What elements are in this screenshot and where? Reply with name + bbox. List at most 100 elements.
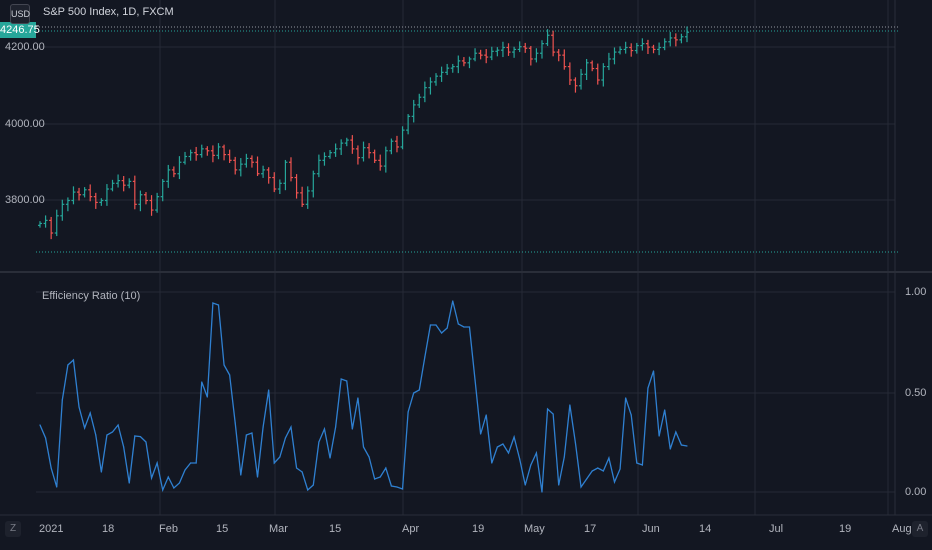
er-point [507,452,510,454]
ohlc-bar [551,30,556,57]
chart-title: S&P 500 Index, 1D, FXCM [43,6,174,18]
ohlc-bar [484,49,489,64]
er-point [195,462,197,464]
er-point [563,456,565,458]
ohlc-bar [328,150,333,159]
er-point [602,470,604,472]
er-point [580,486,582,488]
er-point [385,467,387,469]
ohlc-bar [227,149,232,164]
ohlc-bar [595,63,600,85]
er-point [491,462,493,464]
er-point [664,409,666,411]
er-point [630,414,632,416]
er-point [145,441,147,443]
er-point [591,470,593,472]
chart-canvas[interactable] [0,0,932,550]
ohlc-bar [512,46,517,58]
ohlc-bar [489,46,494,61]
ohlc-bar [606,52,611,71]
er-point [201,381,203,383]
er-point [95,434,97,436]
er-point [669,448,671,450]
ohlc-bar [539,40,544,59]
ohlc-bar [400,126,405,150]
ohlc-bar [116,174,121,188]
er-point [480,433,482,435]
er-point [362,446,365,448]
ohlc-bar [534,48,539,63]
er-point [524,484,526,486]
ohlc-bar [640,38,645,51]
ohlc-bar [272,172,277,193]
er-point [139,436,141,438]
ohlc-bar [344,137,349,147]
ohlc-bar [339,139,344,155]
er-point [457,323,459,325]
ohlc-bar [579,68,584,90]
ohlc-bar [155,192,160,213]
ohlc-bar [367,143,372,159]
er-point [240,474,242,476]
time-axis-label: 15 [329,523,342,535]
ohlc-bar [573,77,578,93]
ohlc-bar [216,143,221,160]
ohlc-bar [528,45,533,66]
ohlc-bar [127,178,132,189]
ohlc-bar [138,190,143,212]
ohlc-bar [199,144,204,158]
ohlc-bar [372,149,377,164]
er-point [535,452,538,454]
auto-scale-button[interactable]: A [912,521,928,537]
er-point [173,487,175,489]
time-axis-label: 15 [216,523,229,535]
ohlc-bar [506,43,511,56]
er-point [89,412,91,414]
time-axis-label: 17 [584,523,597,535]
ohlc-bar [160,179,165,202]
er-point [401,488,404,490]
indicator-title[interactable]: Efficiency Ratio (10) [42,290,140,302]
currency-button[interactable]: USD [10,4,30,24]
ohlc-bar [43,215,48,228]
ohlc-bar [612,47,617,65]
er-point [150,477,153,479]
ohlc-bar [439,66,444,82]
ohlc-bar [54,209,59,237]
er-point [357,397,359,399]
er-point [206,396,208,398]
er-point [446,327,448,329]
ohlc-bar [523,42,528,53]
er-point [680,444,683,446]
price-axis-label: 4200.00 [5,41,45,53]
ohlc-bar [77,187,82,201]
er-point [641,464,643,466]
er-point [268,389,270,391]
er-point [50,467,52,469]
timezone-button[interactable]: Z [5,521,21,537]
er-point [301,471,303,473]
ohlc-bar [383,146,388,173]
er-point [134,435,136,437]
time-axis-label: May [524,523,545,535]
time-axis-label: Apr [402,523,420,535]
ohlc-bar [461,57,466,67]
er-point [519,458,521,460]
ohlc-bar [556,49,561,62]
ohlc-bar [394,135,399,153]
ohlc-bar [88,184,93,202]
er-point [496,446,498,448]
er-point [335,426,337,428]
ohlc-bar [389,138,394,155]
er-point [67,364,69,366]
ohlc-bar [473,48,478,62]
er-point [44,437,47,439]
ohlc-bar [685,26,689,43]
time-axis-label: Aug [892,523,912,535]
ohlc-bar [233,156,238,175]
er-point [223,364,225,366]
er-point [39,424,41,426]
ohlc-bar [434,73,439,86]
ohlc-bar [238,158,243,177]
er-point [379,476,381,478]
